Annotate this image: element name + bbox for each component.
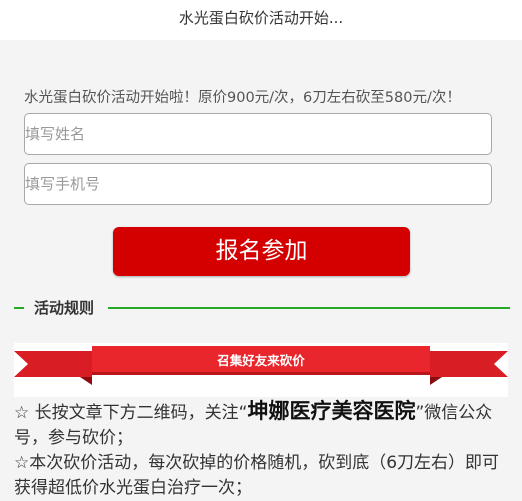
- rules-title: 活动规则: [34, 299, 95, 317]
- hospital-name: 坤娜医疗美容医院: [247, 399, 416, 423]
- banner-text: 召集好友来砍价: [217, 353, 305, 368]
- rule-item-2: ☆本次砍价活动，每次砍掉的价格随机，砍到底（6刀左右）即可获得超低价水光蛋白治疗…: [14, 453, 500, 498]
- rule-item-1: ☆ 长按文章下方二维码，关注“坤娜医疗美容医院”微信公众号，参与砍价；: [14, 399, 514, 451]
- rules-header-line: [108, 307, 510, 309]
- name-input[interactable]: [24, 113, 492, 155]
- phone-input[interactable]: [24, 163, 492, 205]
- rule-1-prefix: ☆ 长按文章下方二维码，关注“: [14, 403, 248, 423]
- rules-header-dash: [14, 307, 24, 309]
- header-title: 水光蛋白砍价活动开始...: [0, 0, 522, 40]
- rules-section-header: 活动规则: [14, 297, 510, 319]
- submit-button[interactable]: 报名参加: [113, 227, 410, 276]
- promo-intro-text: 水光蛋白砍价活动开始啦！原价900元/次，6刀左右砍至580元/次！: [24, 90, 461, 106]
- rules-banner: 召集好友来砍价: [14, 343, 508, 397]
